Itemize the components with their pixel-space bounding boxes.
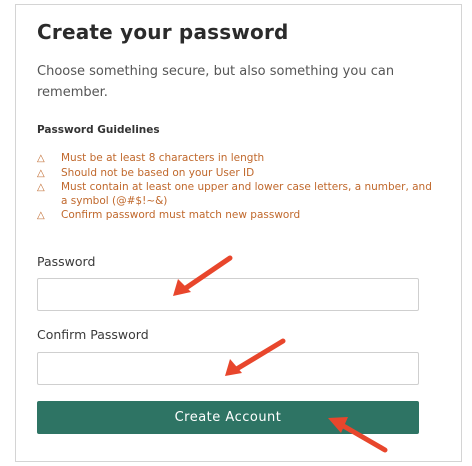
guidelines-list: △ Must be at least 8 characters in lengt… (37, 152, 432, 224)
guideline-item: △ Must be at least 8 characters in lengt… (37, 152, 432, 166)
page-title: Create your password (37, 20, 289, 44)
password-label: Password (37, 254, 96, 269)
page: Create your password Choose something se… (0, 0, 472, 466)
confirm-password-label: Confirm Password (37, 327, 149, 342)
page-subtitle: Choose something secure, but also someth… (37, 64, 395, 100)
warning-triangle-icon: △ (37, 167, 45, 179)
guideline-text: Must contain at least one upper and lowe… (61, 181, 432, 207)
confirm-password-input[interactable] (37, 352, 419, 385)
guideline-item: △ Must contain at least one upper and lo… (37, 181, 432, 208)
warning-triangle-icon: △ (37, 210, 45, 221)
password-input[interactable] (37, 278, 419, 311)
guideline-item: △ Confirm password must match new passwo… (37, 209, 432, 223)
warning-triangle-icon: △ (37, 153, 45, 164)
guideline-text: Must be at least 8 characters in length (61, 152, 265, 164)
guideline-text: Should not be based on your User ID (61, 166, 255, 179)
warning-triangle-icon: △ (37, 182, 45, 193)
create-account-button[interactable]: Create Account (37, 401, 419, 434)
guideline-item: △ Should not be based on your User ID (37, 167, 432, 181)
guideline-text: Confirm password must match new password (61, 209, 301, 221)
guidelines-heading: Password Guidelines (37, 124, 160, 136)
